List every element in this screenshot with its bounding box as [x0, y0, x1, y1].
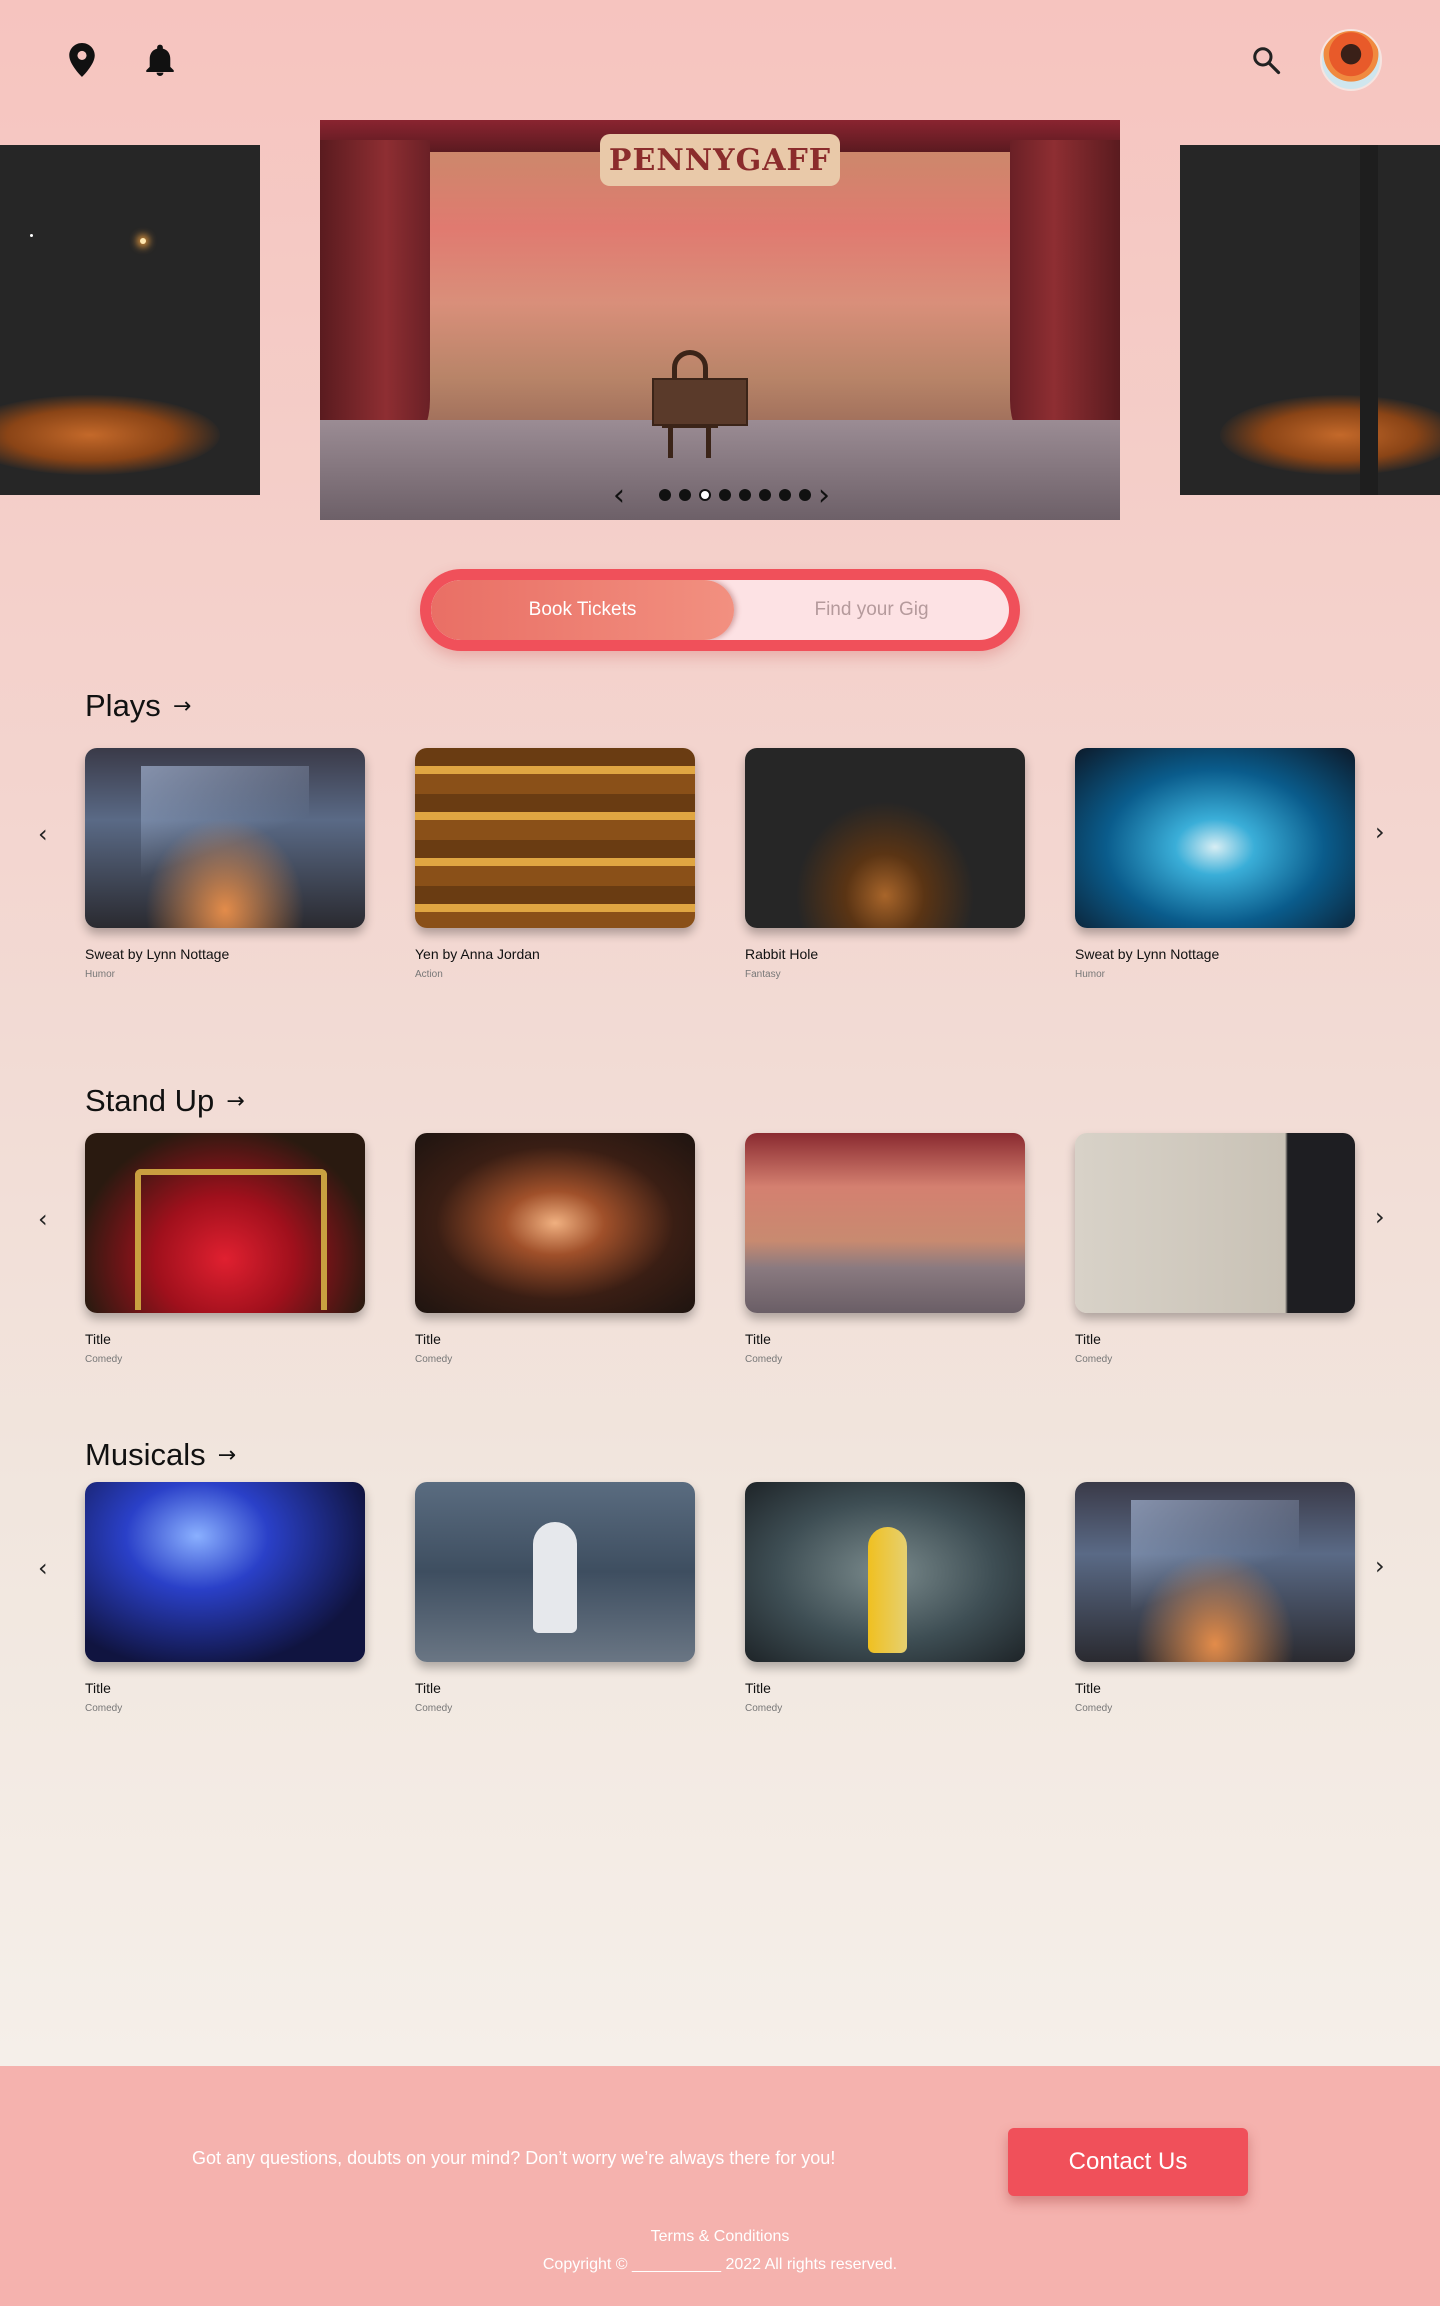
event-genre: Comedy	[1075, 1354, 1113, 1365]
event-thumbnail[interactable]	[745, 1133, 1025, 1313]
footer-message: Got any questions, doubts on your mind? …	[192, 2148, 836, 2168]
avatar[interactable]	[1320, 29, 1382, 91]
event-title[interactable]: Title	[745, 1331, 1025, 1347]
carousel-next-slide[interactable]	[1180, 145, 1440, 495]
event-card[interactable]: Rabbit Hole Fantasy	[745, 748, 1025, 980]
event-title[interactable]: Yen by Anna Jordan	[415, 946, 695, 962]
carousel-dot[interactable]	[779, 489, 791, 501]
event-genre: Comedy	[1075, 1703, 1113, 1714]
event-thumbnail[interactable]	[85, 1133, 365, 1313]
row-next-arrow[interactable]: ›	[1375, 818, 1385, 846]
bell-icon[interactable]	[142, 40, 178, 80]
event-genre: Comedy	[85, 1703, 123, 1714]
arrow-right-icon: →	[226, 1088, 245, 1114]
event-card[interactable]: Title Comedy	[1075, 1133, 1355, 1365]
event-genre: Humor	[1075, 969, 1106, 980]
carousel-prev-arrow[interactable]: ‹	[613, 478, 625, 513]
event-card[interactable]: Yen by Anna Jordan Action	[415, 748, 695, 980]
event-title[interactable]: Title	[415, 1680, 695, 1696]
event-thumbnail[interactable]	[85, 1482, 365, 1662]
event-title[interactable]: Title	[1075, 1331, 1355, 1347]
event-thumbnail[interactable]	[745, 1482, 1025, 1662]
carousel-dot[interactable]	[679, 489, 691, 501]
event-title[interactable]: Title	[745, 1680, 1025, 1696]
event-thumbnail[interactable]	[85, 748, 365, 928]
event-card[interactable]: Title Comedy	[415, 1482, 695, 1714]
search-icon[interactable]	[1248, 42, 1284, 78]
section-title-musicals[interactable]: Musicals →	[85, 1437, 236, 1473]
event-card[interactable]: Title Comedy	[745, 1133, 1025, 1365]
carousel-next-arrow[interactable]: ›	[818, 478, 830, 513]
event-title[interactable]: Sweat by Lynn Nottage	[1075, 946, 1355, 962]
footer: Got any questions, doubts on your mind? …	[0, 2066, 1440, 2306]
terms-link[interactable]: Terms & Conditions	[0, 2228, 1440, 2246]
carousel-dot[interactable]	[699, 489, 711, 501]
section-title-label: Stand Up	[85, 1083, 215, 1118]
event-card[interactable]: Title Comedy	[85, 1482, 365, 1714]
event-thumbnail[interactable]	[745, 748, 1025, 928]
carousel-dot[interactable]	[659, 489, 671, 501]
row-prev-arrow[interactable]: ‹	[38, 820, 48, 848]
arrow-right-icon: →	[217, 1442, 237, 1468]
event-title[interactable]: Title	[85, 1331, 365, 1347]
event-title[interactable]: Title	[415, 1331, 695, 1347]
event-thumbnail[interactable]	[415, 1133, 695, 1313]
event-card[interactable]: Title Comedy	[85, 1133, 365, 1365]
mode-toggle: Book Tickets Find your Gig	[420, 569, 1020, 651]
row-next-arrow[interactable]: ›	[1375, 1203, 1385, 1231]
event-genre: Action	[415, 969, 443, 980]
carousel-dot[interactable]	[719, 489, 731, 501]
carousel-dot[interactable]	[799, 489, 811, 501]
contact-us-button[interactable]: Contact Us	[1008, 2128, 1248, 2196]
event-title[interactable]: Title	[1075, 1680, 1355, 1696]
row-prev-arrow[interactable]: ‹	[38, 1205, 48, 1233]
hero-banner-text: PENNYGAFF	[600, 134, 840, 186]
event-genre: Comedy	[85, 1354, 123, 1365]
section-title-label: Musicals	[85, 1437, 206, 1472]
event-genre: Fantasy	[745, 969, 781, 980]
event-title[interactable]: Title	[85, 1680, 365, 1696]
carousel-dot[interactable]	[759, 489, 771, 501]
hero-sign	[652, 378, 748, 426]
section-title-label: Plays	[85, 688, 161, 723]
event-thumbnail[interactable]	[415, 748, 695, 928]
event-title[interactable]: Sweat by Lynn Nottage	[85, 946, 365, 962]
section-title-stand-up[interactable]: Stand Up →	[85, 1083, 245, 1119]
book-tickets-tab[interactable]: Book Tickets	[431, 580, 734, 640]
event-genre: Comedy	[415, 1354, 453, 1365]
event-genre: Comedy	[415, 1703, 453, 1714]
copyright-text: Copyright © __________ 2022 All rights r…	[542, 2256, 898, 2273]
hero-slide[interactable]: PENNYGAFF	[320, 120, 1120, 520]
section-title-plays[interactable]: Plays →	[85, 688, 191, 724]
event-title[interactable]: Rabbit Hole	[745, 946, 1025, 962]
event-thumbnail[interactable]	[1075, 748, 1355, 928]
event-card[interactable]: Title Comedy	[745, 1482, 1025, 1714]
event-thumbnail[interactable]	[1075, 1133, 1355, 1313]
hero-stage-floor	[320, 420, 1120, 520]
event-card[interactable]: Title Comedy	[1075, 1482, 1355, 1714]
event-thumbnail[interactable]	[1075, 1482, 1355, 1662]
event-genre: Humor	[85, 969, 116, 980]
row-next-arrow[interactable]: ›	[1375, 1552, 1385, 1580]
event-genre: Comedy	[745, 1354, 783, 1365]
location-pin-icon[interactable]	[64, 40, 100, 80]
arrow-right-icon: →	[172, 693, 192, 719]
carousel-prev-slide[interactable]	[0, 145, 260, 495]
carousel-dot[interactable]	[739, 489, 751, 501]
event-card[interactable]: Sweat by Lynn Nottage Humor	[85, 748, 365, 980]
row-prev-arrow[interactable]: ‹	[38, 1554, 48, 1582]
event-card[interactable]: Sweat by Lynn Nottage Humor	[1075, 748, 1355, 980]
event-genre: Comedy	[745, 1703, 783, 1714]
event-card[interactable]: Title Comedy	[415, 1133, 695, 1365]
find-gig-tab[interactable]: Find your Gig	[734, 580, 1009, 640]
event-thumbnail[interactable]	[415, 1482, 695, 1662]
